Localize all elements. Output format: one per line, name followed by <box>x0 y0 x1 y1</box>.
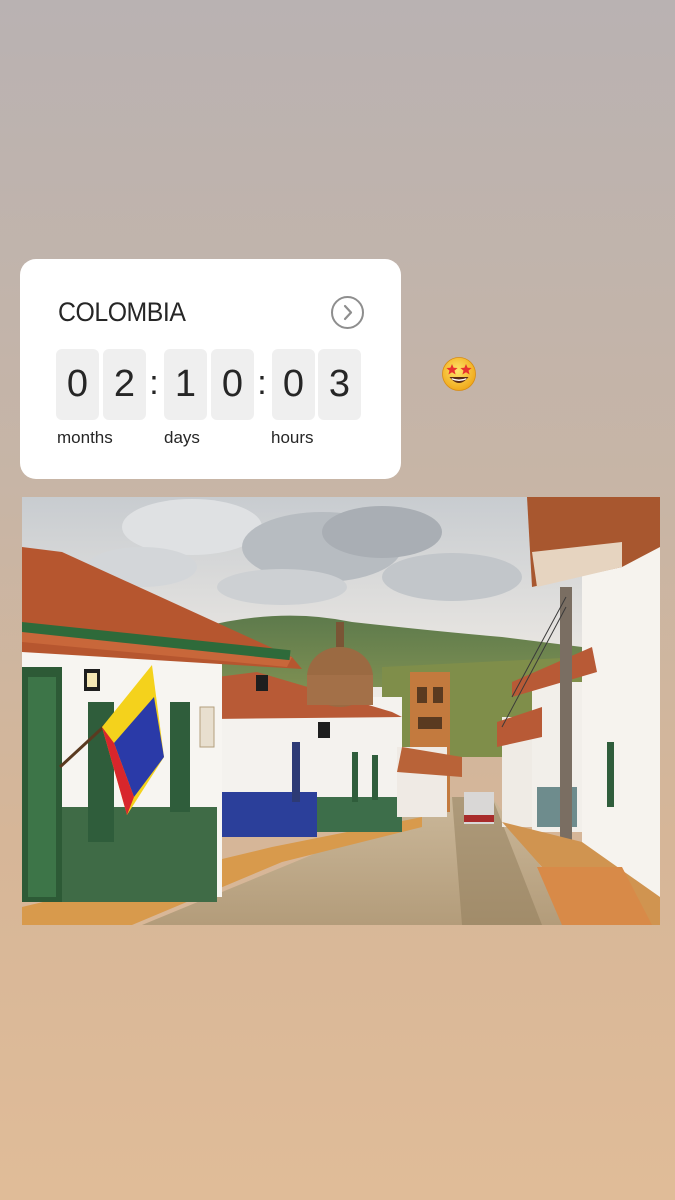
street-photo <box>22 497 660 925</box>
separator-colon: : <box>257 364 267 402</box>
hours-ones-digit: 3 <box>318 349 361 420</box>
countdown-title: COLOMBIA <box>58 297 186 327</box>
countdown-open-button[interactable] <box>331 296 364 329</box>
hours-label: hours <box>271 428 314 447</box>
days-tens-digit: 1 <box>164 349 207 420</box>
hours-tens-digit: 0 <box>272 349 315 420</box>
days-label: days <box>164 428 200 447</box>
separator-colon: : <box>149 364 159 402</box>
months-ones-digit: 2 <box>103 349 146 420</box>
months-tens-digit: 0 <box>56 349 99 420</box>
days-ones-digit: 0 <box>211 349 254 420</box>
countdown-sticker[interactable]: COLOMBIA 0 2 : 1 0 : 0 3 months days hou… <box>20 259 401 479</box>
chevron-right-icon <box>343 304 353 321</box>
star-struck-emoji-icon[interactable] <box>441 356 477 392</box>
months-label: months <box>57 428 113 447</box>
